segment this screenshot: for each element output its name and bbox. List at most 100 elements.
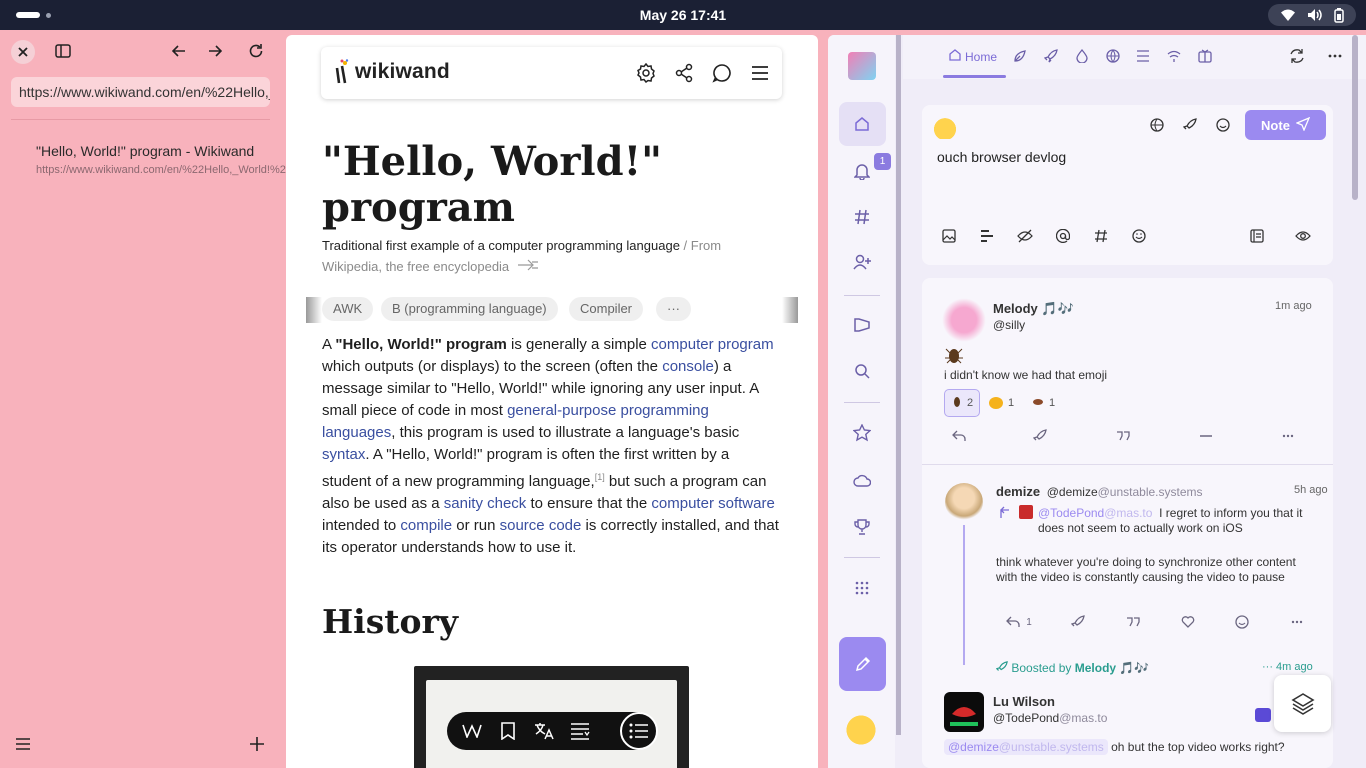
link-syntax[interactable]: syntax	[322, 446, 365, 463]
chip-more[interactable]: ···	[656, 297, 691, 321]
bookmark-icon[interactable]	[497, 720, 519, 742]
hide-content-icon[interactable]	[1016, 227, 1034, 245]
tab-social-rocket-icon[interactable]	[1043, 48, 1059, 64]
achievements-trophy-icon[interactable]	[850, 515, 874, 539]
search-icon[interactable]	[710, 61, 734, 85]
renote-rocket-icon[interactable]	[1031, 427, 1049, 445]
sidebar-toggle-icon[interactable]	[54, 42, 72, 60]
tab-local-icon[interactable]	[1012, 48, 1028, 64]
account-avatar[interactable]	[848, 52, 876, 80]
forward-arrow-icon[interactable]	[206, 42, 224, 60]
drafts-icon[interactable]	[1248, 227, 1266, 245]
remove-reaction-icon[interactable]	[1197, 427, 1215, 445]
table-of-contents-button[interactable]	[620, 712, 658, 750]
boost-info[interactable]: Boosted by Melody 🎵🎶	[995, 661, 1149, 676]
note-time[interactable]: 5h ago	[1294, 484, 1328, 496]
tab-drop-icon[interactable]	[1074, 48, 1090, 64]
post-note-button[interactable]: Note	[1245, 110, 1326, 140]
timeline-note[interactable]: Lu Wilson @TodePond@mas.to @demize@unsta…	[922, 682, 1333, 768]
more-options-icon[interactable]	[1327, 48, 1343, 64]
back-arrow-icon[interactable]	[170, 42, 188, 60]
add-reaction-icon[interactable]	[1233, 613, 1251, 631]
mention-chip[interactable]: @demize@unstable.systems	[944, 739, 1108, 755]
note-time[interactable]: 1m ago	[1275, 300, 1312, 312]
compose-note-button[interactable]	[839, 637, 886, 691]
reaction-blob[interactable]: 1	[982, 389, 1020, 417]
tab-antenna-icon[interactable]	[1166, 48, 1182, 64]
link-computer-program[interactable]: computer program	[651, 336, 774, 353]
tab-entry[interactable]: "Hello, World!" program - Wikiwand https…	[36, 143, 339, 177]
reference-1[interactable]: [1]	[595, 472, 605, 482]
link-computer-software[interactable]: computer software	[651, 495, 774, 512]
tab-global-icon[interactable]	[1105, 48, 1121, 64]
timeline-scrollbar[interactable]	[1352, 35, 1358, 200]
local-only-rocket-icon[interactable]	[1181, 116, 1199, 134]
settings-gear-icon[interactable]	[634, 61, 658, 85]
link-sanity-check[interactable]: sanity check	[444, 495, 527, 512]
note-more-icon[interactable]	[1279, 427, 1297, 445]
timeline-note[interactable]: Melody 🎵🎶 @silly 1m ago i didn't know we…	[922, 278, 1333, 463]
author-name[interactable]: Lu Wilson	[993, 694, 1055, 709]
author-handle[interactable]: @TodePond@mas.to	[993, 711, 1107, 725]
mention-instance[interactable]: @mas.to	[1104, 506, 1152, 520]
translate-icon[interactable]	[533, 720, 555, 742]
note-more-icon[interactable]	[1288, 613, 1306, 631]
quote-icon[interactable]	[1114, 427, 1132, 445]
favorites-star-icon[interactable]	[850, 421, 874, 445]
note-author[interactable]: Melody 🎵🎶	[993, 300, 1074, 318]
attach-image-icon[interactable]	[940, 227, 958, 245]
emoji-icon[interactable]	[1130, 227, 1148, 245]
chip-b-language[interactable]: B (programming language)	[381, 297, 558, 321]
author-handle[interactable]: @silly	[993, 318, 1025, 332]
url-bar[interactable]: https://www.wikiwand.com/en/%22Hello,_Wo…	[11, 77, 270, 107]
announcements-icon[interactable]	[850, 313, 874, 337]
reaction-cockroach[interactable]: 2	[944, 389, 981, 417]
search-icon[interactable]	[850, 359, 874, 383]
reply-icon[interactable]	[950, 427, 968, 445]
follow-requests-icon[interactable]	[850, 250, 874, 274]
text-format-icon[interactable]	[569, 720, 591, 742]
clock[interactable]: May 26 17:41	[0, 7, 1366, 23]
tab-lists-icon[interactable]	[1135, 48, 1151, 64]
hashtag-icon[interactable]	[850, 205, 874, 229]
tab-home[interactable]: Home	[949, 49, 997, 64]
boost-time[interactable]: ··· 4m ago	[1262, 661, 1313, 673]
stacked-layers-button[interactable]	[1274, 675, 1331, 732]
preview-eye-icon[interactable]	[1294, 227, 1312, 245]
link-console[interactable]: console	[662, 358, 714, 375]
new-tab-icon[interactable]	[248, 735, 266, 753]
poll-icon[interactable]	[978, 227, 996, 245]
wikipedia-w-icon[interactable]	[461, 720, 483, 742]
note-avatar[interactable]	[944, 692, 984, 732]
link-compile[interactable]: compile	[400, 517, 452, 534]
system-tray[interactable]	[1268, 4, 1356, 26]
wikiwand-logo[interactable]: wikiwand	[333, 59, 450, 85]
nav-scrollbar[interactable]	[896, 35, 901, 735]
reaction-accept-icon[interactable]	[1214, 116, 1232, 134]
refresh-icon[interactable]	[1289, 48, 1305, 64]
chip-awk[interactable]: AWK	[322, 297, 374, 321]
composer-text[interactable]: ouch browser devlog	[937, 149, 1066, 165]
reaction-bug[interactable]: 1	[1025, 389, 1061, 417]
user-avatar[interactable]	[840, 706, 882, 746]
timeline-note[interactable]: demize @demize@unstable.systems 5h ago @…	[922, 465, 1333, 675]
hamburger-menu-icon[interactable]	[748, 61, 772, 85]
notifications-bell-icon[interactable]	[850, 159, 874, 183]
more-grid-icon[interactable]	[850, 576, 874, 600]
mention-icon[interactable]	[1054, 227, 1072, 245]
tab-channel-icon[interactable]	[1197, 48, 1213, 64]
mention-user[interactable]: @TodePond	[1038, 506, 1104, 520]
reload-icon[interactable]	[247, 42, 265, 60]
note-author[interactable]: demize @demize@unstable.systems	[996, 484, 1203, 499]
reply-icon[interactable]	[1004, 613, 1022, 631]
menu-icon[interactable]	[14, 735, 32, 753]
quote-icon[interactable]	[1124, 613, 1142, 631]
like-heart-icon[interactable]	[1179, 613, 1197, 631]
renote-rocket-icon[interactable]	[1069, 613, 1087, 631]
visibility-global-icon[interactable]	[1148, 116, 1166, 134]
share-icon[interactable]	[672, 61, 696, 85]
close-window-button[interactable]	[11, 40, 35, 64]
chip-compiler[interactable]: Compiler	[569, 297, 644, 321]
note-avatar[interactable]	[942, 298, 986, 342]
note-avatar[interactable]	[945, 483, 983, 521]
